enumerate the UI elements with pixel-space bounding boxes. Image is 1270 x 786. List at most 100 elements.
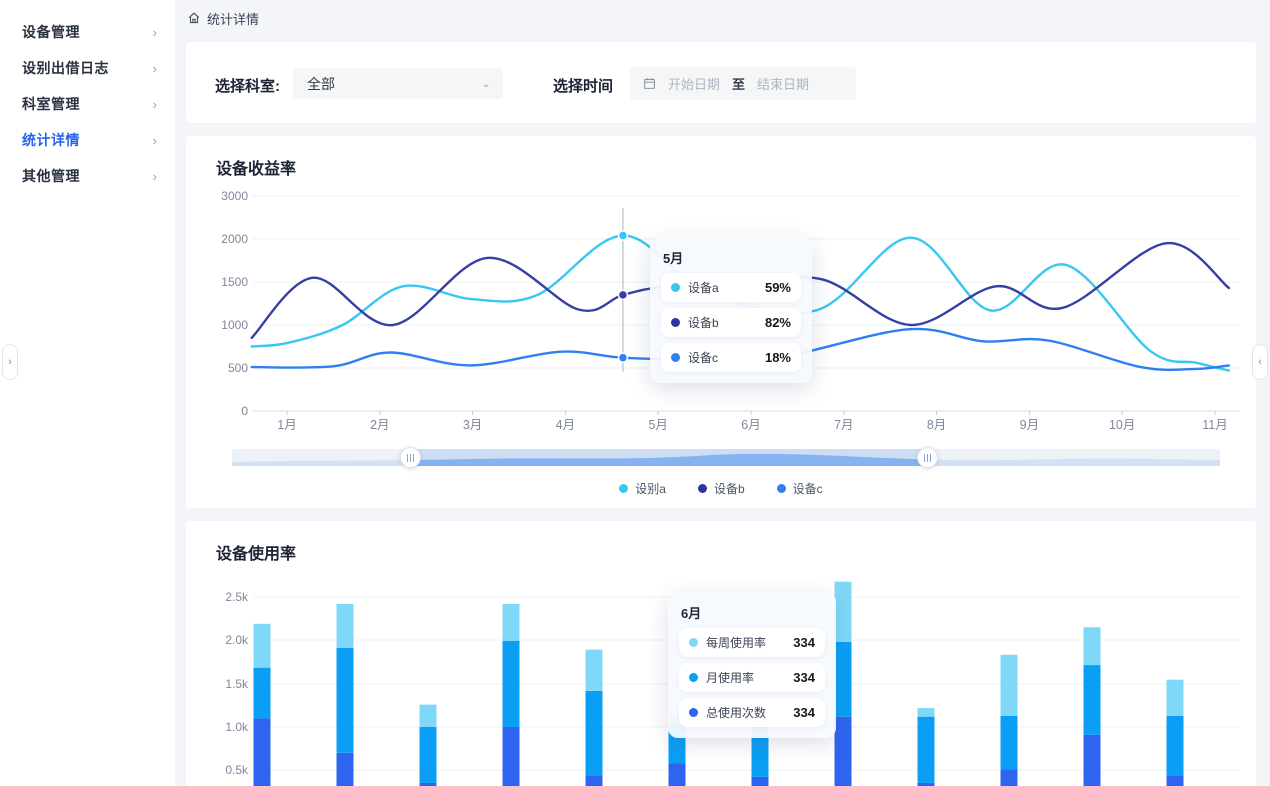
slider-left-handle[interactable] [400, 447, 421, 468]
sidebar-item-label: 统计详情 [22, 130, 153, 150]
legend-label: 设备c [793, 480, 823, 497]
chevron-right-icon: › [153, 169, 157, 184]
svg-text:10月: 10月 [1109, 418, 1135, 432]
sidebar-item-3[interactable]: 统计详情› [0, 122, 175, 158]
tooltip-title: 5月 [663, 248, 801, 267]
series-dot [689, 708, 698, 717]
series-dot [671, 283, 680, 292]
revenue-chart-title: 设备收益率 [216, 155, 296, 179]
breadcrumb[interactable]: 统计详情 [187, 8, 259, 28]
legend-dot [698, 484, 707, 493]
sidebar-item-2[interactable]: 科室管理› [0, 86, 175, 122]
slider-right-handle[interactable] [917, 447, 938, 468]
filter-panel: 选择科室: 全部 ⌄ 选择时间 开始日期 至 结束日期 [186, 42, 1256, 123]
usage-chart-panel: 设备使用率 2.5k2.0k1.5k1.0k0.5k 6月 每周使用率334月使… [186, 521, 1256, 786]
series-value: 334 [793, 635, 815, 650]
svg-text:3000: 3000 [221, 189, 248, 203]
dept-select-value: 全部 [307, 74, 481, 94]
svg-text:2.5k: 2.5k [225, 590, 249, 604]
tooltip-row: 设备c 18% [661, 343, 801, 372]
bar-chart-tooltip: 6月 每周使用率 334 月使用率 334 总使用次数 334 [668, 592, 836, 738]
slider-selected-range[interactable] [410, 449, 927, 466]
series-label: 总使用次数 [706, 704, 779, 721]
svg-text:9月: 9月 [1020, 418, 1039, 432]
tooltip-title: 6月 [681, 603, 825, 622]
series-label: 设备a [688, 279, 751, 296]
svg-text:1.5k: 1.5k [225, 677, 249, 691]
sidebar-item-0[interactable]: 设备管理› [0, 14, 175, 50]
legend-item-2[interactable]: 设备c [777, 480, 823, 497]
series-value: 82% [765, 315, 791, 330]
revenue-chart-panel: 设备收益率 300020001500100050001月2月3月4月5月6月7月… [186, 136, 1256, 508]
svg-text:1500: 1500 [221, 275, 248, 289]
legend-item-1[interactable]: 设备b [698, 480, 745, 497]
series-label: 月使用率 [706, 669, 779, 686]
tooltip-row: 每周使用率 334 [679, 628, 825, 657]
series-value: 334 [793, 670, 815, 685]
series-dot [689, 638, 698, 647]
series-dot [689, 673, 698, 682]
date-range-picker[interactable]: 开始日期 至 结束日期 [630, 67, 856, 100]
date-range-separator: 至 [732, 74, 745, 93]
chevron-right-icon: › [153, 61, 157, 76]
sidebar-item-4[interactable]: 其他管理› [0, 158, 175, 194]
legend-dot [619, 484, 628, 493]
time-select-label: 选择时间 [553, 75, 613, 96]
start-date-input[interactable]: 开始日期 [668, 74, 720, 93]
legend-label: 设备b [714, 480, 745, 497]
series-dot [671, 353, 680, 362]
series-label: 设备c [688, 349, 751, 366]
legend-item-0[interactable]: 设别a [619, 480, 666, 497]
sidebar-item-label: 设别出借日志 [22, 58, 153, 78]
svg-text:1.0k: 1.0k [225, 720, 249, 734]
slider-wave-selected [410, 449, 927, 466]
sidebar: 设备管理›设别出借日志›科室管理›统计详情›其他管理› [0, 0, 175, 786]
dept-select-label: 选择科室: [215, 75, 280, 96]
sidebar-item-label: 设备管理 [22, 22, 153, 42]
svg-text:0.5k: 0.5k [225, 763, 249, 777]
series-label: 每周使用率 [706, 634, 779, 651]
chevron-right-icon: › [153, 97, 157, 112]
svg-text:2000: 2000 [221, 232, 248, 246]
dept-select[interactable]: 全部 ⌄ [293, 68, 503, 99]
svg-text:500: 500 [228, 361, 248, 375]
series-value: 334 [793, 705, 815, 720]
chevron-right-icon: › [153, 25, 157, 40]
svg-text:8月: 8月 [927, 418, 946, 432]
panel-collapse-button[interactable]: ‹ [1252, 344, 1268, 380]
svg-text:1月: 1月 [277, 418, 296, 432]
svg-text:7月: 7月 [834, 418, 853, 432]
legend-dot [777, 484, 786, 493]
main-content: 统计详情 选择科室: 全部 ⌄ 选择时间 开始日期 至 结束日期 设备收益率 3… [175, 0, 1270, 786]
series-dot [671, 318, 680, 327]
line-chart-legend: 设别a 设备b 设备c [186, 480, 1256, 497]
svg-text:6月: 6月 [741, 418, 760, 432]
svg-text:2月: 2月 [370, 418, 389, 432]
svg-text:5月: 5月 [648, 418, 667, 432]
usage-chart-title: 设备使用率 [216, 540, 296, 564]
tooltip-row: 设备b 82% [661, 308, 801, 337]
series-value: 59% [765, 280, 791, 295]
sidebar-expand-button[interactable]: › [2, 344, 18, 380]
series-label: 设备b [688, 314, 751, 331]
svg-text:0: 0 [241, 404, 248, 418]
series-value: 18% [765, 350, 791, 365]
sidebar-item-label: 其他管理 [22, 166, 153, 186]
svg-text:2.0k: 2.0k [225, 633, 249, 647]
chevron-down-icon: ⌄ [481, 78, 491, 89]
tooltip-row: 设备a 59% [661, 273, 801, 302]
svg-text:4月: 4月 [556, 418, 575, 432]
end-date-input[interactable]: 结束日期 [757, 74, 809, 93]
sidebar-item-label: 科室管理 [22, 94, 153, 114]
line-chart-tooltip: 5月 设备a 59% 设备b 82% 设备c 18% [650, 237, 812, 383]
chevron-right-icon: › [153, 133, 157, 148]
calendar-icon [643, 77, 656, 90]
data-zoom-slider[interactable] [232, 449, 1220, 466]
svg-text:11月: 11月 [1202, 418, 1227, 432]
breadcrumb-label: 统计详情 [207, 9, 259, 28]
tooltip-row: 总使用次数 334 [679, 698, 825, 727]
tooltip-row: 月使用率 334 [679, 663, 825, 692]
home-icon [187, 11, 201, 25]
svg-text:3月: 3月 [463, 418, 482, 432]
sidebar-item-1[interactable]: 设别出借日志› [0, 50, 175, 86]
